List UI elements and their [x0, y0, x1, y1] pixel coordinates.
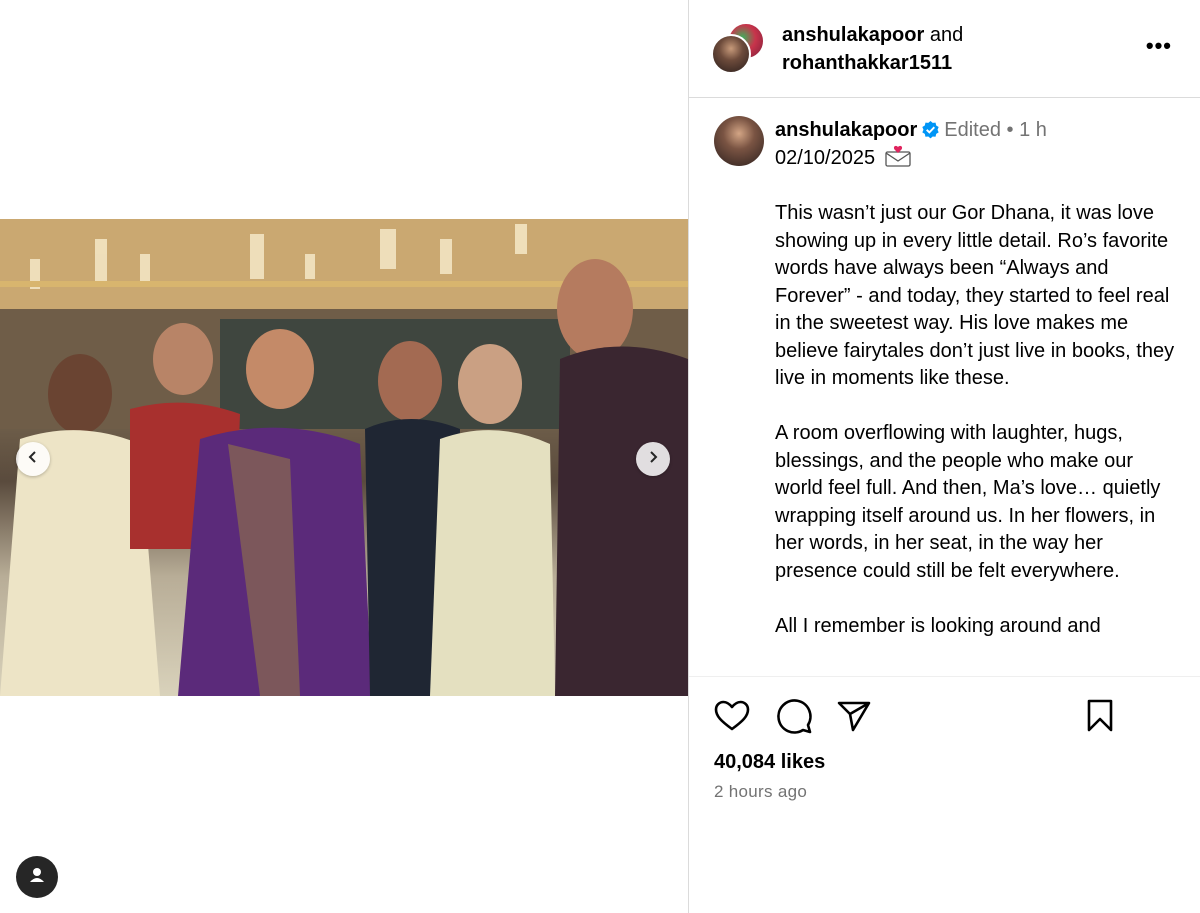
actions-divider — [689, 676, 1200, 677]
collab-avatars[interactable] — [711, 22, 765, 74]
like-button[interactable] — [713, 697, 753, 737]
username-link[interactable]: anshulakapoor — [782, 24, 924, 46]
username-link[interactable]: rohanthakkar1511 — [782, 52, 952, 74]
caption-date-line: 02/10/2025 — [775, 144, 911, 175]
send-icon — [835, 701, 873, 739]
post-details-pane: anshulakapoor and rohanthakkar1511 ••• a… — [689, 0, 1200, 913]
comment-icon — [775, 699, 813, 739]
avatar — [711, 34, 751, 74]
heart-icon — [713, 700, 751, 739]
post-timestamp[interactable]: 2 hours ago — [714, 781, 807, 803]
love-letter-icon — [885, 145, 911, 175]
caption-date: 02/10/2025 — [775, 147, 876, 169]
edited-label: Edited — [944, 119, 1001, 141]
post-media-pane — [0, 0, 688, 913]
post-age[interactable]: 1 h — [1019, 119, 1047, 141]
more-options-button[interactable]: ••• — [1146, 35, 1172, 57]
post-photo[interactable] — [0, 219, 688, 696]
joiner-text: and — [924, 24, 964, 46]
comment-button[interactable] — [775, 697, 815, 737]
post-header: anshulakapoor and rohanthakkar1511 ••• — [689, 0, 1200, 98]
caption-header: anshulakapoor Edited • 1 h — [775, 116, 1047, 147]
likes-count[interactable]: 40,084 likes — [714, 749, 825, 775]
caption-section: anshulakapoor Edited • 1 h 02/10/2025 Thi… — [689, 98, 1200, 676]
photo-illustration — [0, 219, 688, 696]
previous-photo-button[interactable] — [16, 442, 50, 476]
caption-text: This wasn’t just our Gor Dhana, it was l… — [775, 202, 1175, 637]
chevron-right-icon — [646, 450, 660, 469]
user-icon — [27, 865, 47, 890]
bookmark-icon — [1081, 699, 1119, 739]
collab-usernames: anshulakapoor and rohanthakkar1511 — [782, 21, 963, 77]
save-button[interactable] — [1081, 697, 1121, 737]
tagged-users-button[interactable] — [16, 856, 58, 898]
username-link[interactable]: anshulakapoor — [775, 119, 917, 141]
chevron-left-icon — [26, 450, 40, 469]
share-button[interactable] — [835, 697, 875, 737]
meta-separator: • — [1006, 119, 1014, 141]
verified-badge-icon — [921, 119, 940, 147]
avatar[interactable] — [714, 116, 764, 166]
next-photo-button[interactable] — [636, 442, 670, 476]
